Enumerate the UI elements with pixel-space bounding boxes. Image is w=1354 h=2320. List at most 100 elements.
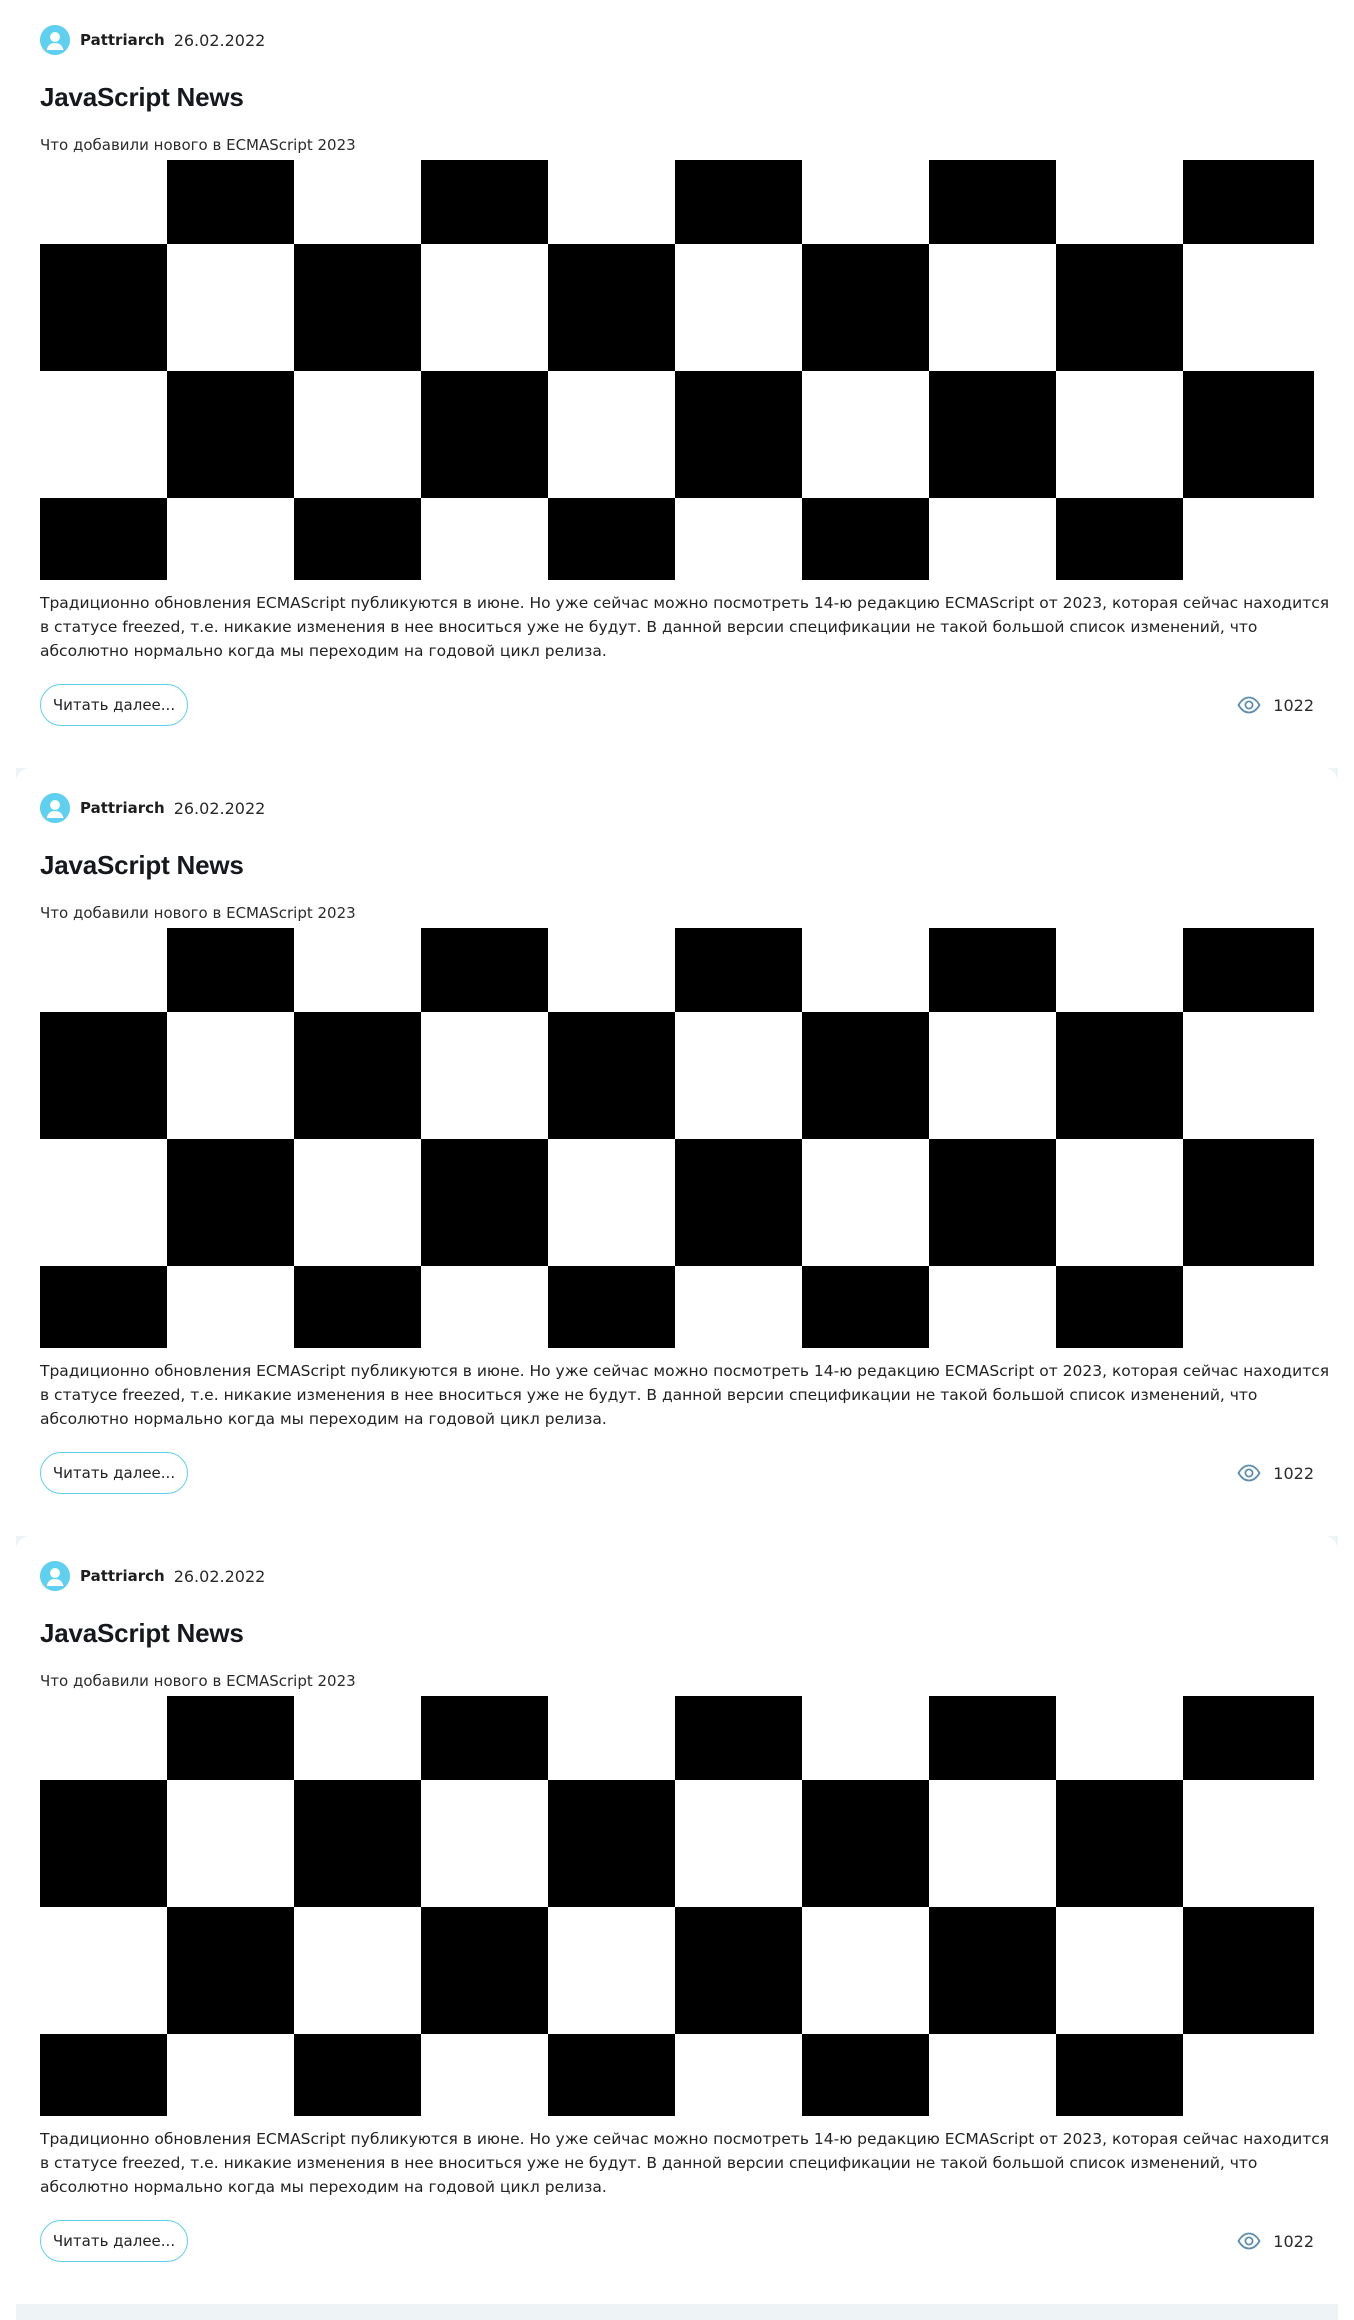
author-name[interactable]: Pattriarch (80, 1567, 165, 1585)
post-subtitle: Что добавили нового в ECMAScript 2023 (40, 136, 356, 154)
post-meta: Pattriarch 26.02.2022 (40, 1561, 265, 1591)
user-avatar-icon[interactable] (40, 1561, 70, 1591)
post-card: Pattriarch 26.02.2022 JavaScript News Чт… (16, 768, 1338, 1520)
checker-square (1183, 1907, 1314, 2034)
checker-square (1183, 1139, 1314, 1266)
checkerboard-image (40, 1696, 1314, 2116)
views-counter: 1022 (1237, 694, 1314, 716)
checker-square (40, 2034, 167, 2116)
checker-square (421, 1139, 548, 1266)
views-count: 1022 (1273, 695, 1314, 715)
checker-square (802, 498, 929, 580)
author-name[interactable]: Pattriarch (80, 31, 165, 49)
post-image[interactable] (40, 928, 1314, 1348)
post-image[interactable] (40, 1696, 1314, 2116)
post-excerpt: Традиционно обновления ECMAScript публик… (40, 2130, 1330, 2196)
post-title[interactable]: JavaScript News (40, 1618, 244, 1649)
post-excerpt: Традиционно обновления ECMAScript публик… (40, 594, 1330, 660)
checker-square (40, 244, 167, 371)
post-title[interactable]: JavaScript News (40, 850, 244, 881)
checker-square (802, 2034, 929, 2116)
checker-square (421, 160, 548, 244)
checker-square (675, 928, 802, 1012)
checker-square (675, 1696, 802, 1780)
checker-square (294, 1780, 421, 1907)
checker-square (1056, 244, 1183, 371)
checker-square (548, 1012, 675, 1139)
checker-square (548, 1266, 675, 1348)
checker-square (40, 498, 167, 580)
checker-square (1183, 928, 1314, 1012)
post-card: Pattriarch 26.02.2022 JavaScript News Чт… (16, 1536, 1338, 2288)
checker-square (675, 1139, 802, 1266)
checker-square (548, 1780, 675, 1907)
post-date: 26.02.2022 (173, 1566, 266, 1586)
checker-square (1183, 1696, 1314, 1780)
checker-square (167, 928, 294, 1012)
post-meta: Pattriarch 26.02.2022 (40, 25, 265, 55)
post-excerpt: Традиционно обновления ECMAScript публик… (40, 1362, 1330, 1428)
checker-square (929, 928, 1056, 1012)
checkerboard-image (40, 928, 1314, 1348)
checker-square (294, 1266, 421, 1348)
checker-square (802, 244, 929, 371)
user-avatar-icon[interactable] (40, 793, 70, 823)
checker-square (1056, 1012, 1183, 1139)
checker-square (548, 2034, 675, 2116)
checker-square (294, 1012, 421, 1139)
checker-square (929, 1139, 1056, 1266)
eye-icon (1237, 2232, 1261, 2250)
checker-square (548, 498, 675, 580)
checker-square (802, 1780, 929, 1907)
post-date: 26.02.2022 (173, 30, 266, 50)
post-subtitle: Что добавили нового в ECMAScript 2023 (40, 1672, 356, 1690)
checker-square (421, 1696, 548, 1780)
checker-square (1183, 160, 1314, 244)
views-counter: 1022 (1237, 2230, 1314, 2252)
eye-icon (1237, 696, 1261, 714)
checker-square (40, 1012, 167, 1139)
checker-square (802, 1012, 929, 1139)
read-more-button[interactable]: Читать далее... (40, 2220, 188, 2262)
checker-square (40, 1266, 167, 1348)
post-card: Pattriarch 26.02.2022 JavaScript News Чт… (16, 0, 1338, 752)
post-date: 26.02.2022 (173, 798, 266, 818)
checker-square (167, 1907, 294, 2034)
checker-square (675, 160, 802, 244)
checker-square (929, 371, 1056, 498)
checkerboard-image (40, 160, 1314, 580)
checker-square (294, 244, 421, 371)
checker-square (1056, 498, 1183, 580)
eye-icon (1237, 1464, 1261, 1482)
checker-square (548, 244, 675, 371)
user-avatar-icon[interactable] (40, 25, 70, 55)
views-count: 1022 (1273, 1463, 1314, 1483)
checker-square (167, 1139, 294, 1266)
checker-square (675, 1907, 802, 2034)
checker-square (294, 2034, 421, 2116)
read-more-button[interactable]: Читать далее... (40, 684, 188, 726)
post-subtitle: Что добавили нового в ECMAScript 2023 (40, 904, 356, 922)
checker-square (1056, 1780, 1183, 1907)
post-meta: Pattriarch 26.02.2022 (40, 793, 265, 823)
checker-square (167, 160, 294, 244)
checker-square (294, 498, 421, 580)
checker-square (421, 371, 548, 498)
news-feed: Pattriarch 26.02.2022 JavaScript News Чт… (0, 0, 1354, 2320)
views-count: 1022 (1273, 2231, 1314, 2251)
checker-square (1183, 371, 1314, 498)
post-title[interactable]: JavaScript News (40, 82, 244, 113)
checker-square (167, 371, 294, 498)
checker-square (929, 1696, 1056, 1780)
read-more-button[interactable]: Читать далее... (40, 1452, 188, 1494)
checker-square (929, 160, 1056, 244)
checker-square (929, 1907, 1056, 2034)
post-separator (16, 2304, 1338, 2320)
post-image[interactable] (40, 160, 1314, 580)
checker-square (167, 1696, 294, 1780)
checker-square (1056, 2034, 1183, 2116)
checker-square (40, 1780, 167, 1907)
author-name[interactable]: Pattriarch (80, 799, 165, 817)
checker-square (421, 928, 548, 1012)
views-counter: 1022 (1237, 1462, 1314, 1484)
